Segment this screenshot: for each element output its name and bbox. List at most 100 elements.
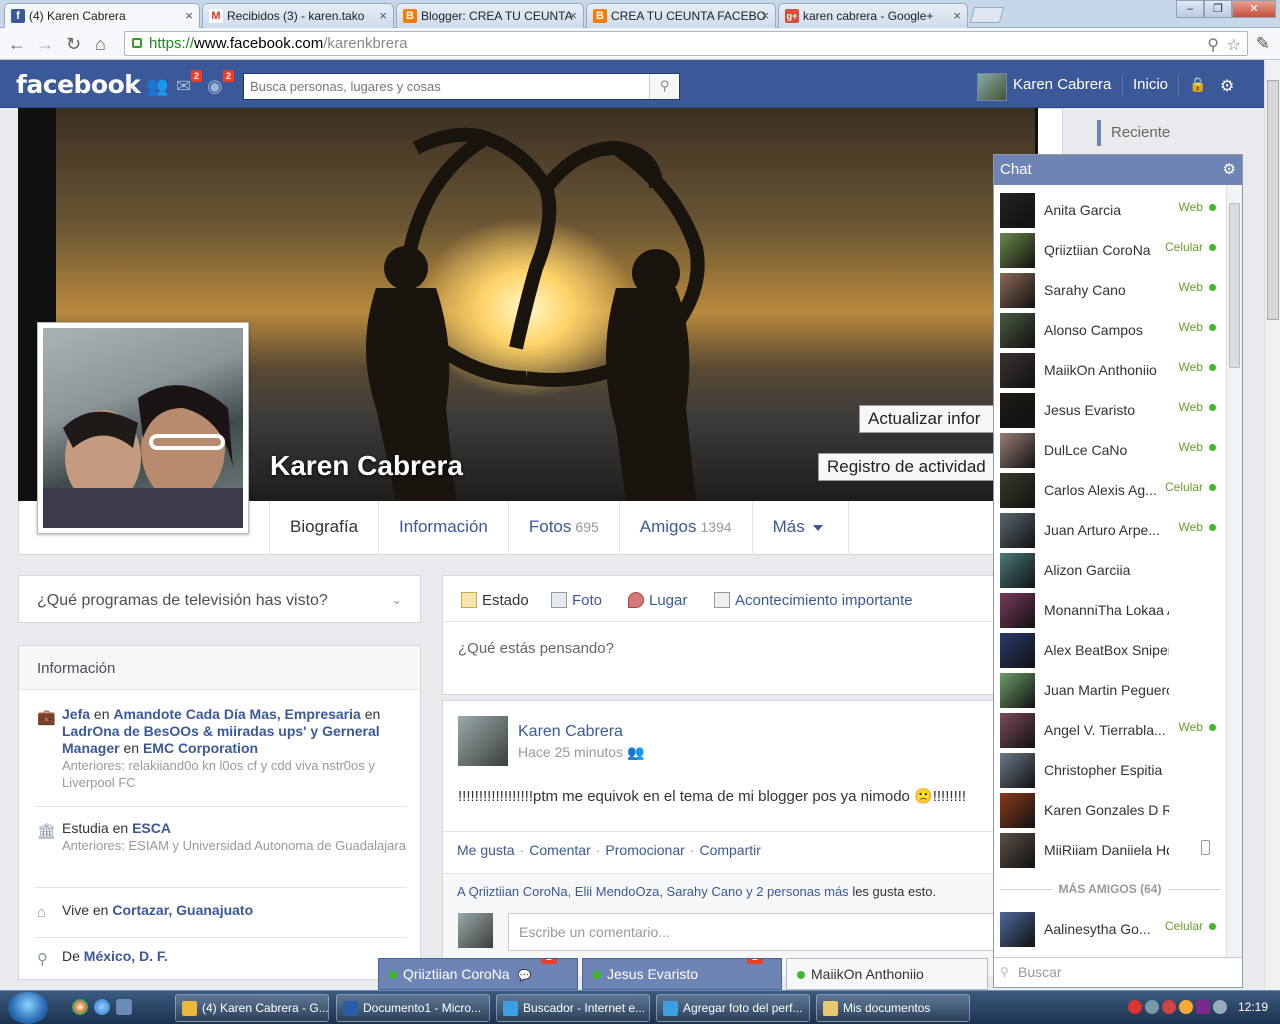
new-tab-button[interactable] <box>969 7 1005 23</box>
work-company-link[interactable]: Amandote Cada Día Mas, Empresaria <box>113 706 360 722</box>
composer-input[interactable]: ¿Qué estás pensando? <box>458 640 614 657</box>
chat-friend[interactable]: MonanniTha Lokaa A <box>994 590 1226 630</box>
taskbar-item[interactable]: Documento1 - Micro... <box>336 994 490 1022</box>
lives-place-link[interactable]: Cortazar, Guanajuato <box>112 902 253 918</box>
chat-friend[interactable]: Juan Martin Peguero <box>994 670 1226 710</box>
study-school-link[interactable]: ESCA <box>132 820 171 836</box>
browser-tab-facebook[interactable]: f (4) Karen Cabrera × <box>4 3 200 28</box>
close-icon[interactable]: × <box>379 8 387 23</box>
chat-friend[interactable]: MaiikOn Anthoniio Web <box>994 350 1226 390</box>
maximize-button[interactable]: ❐ <box>1204 0 1232 18</box>
chat-friend[interactable]: Aalinesytha Go... Celular <box>994 909 1226 949</box>
taskbar-item[interactable]: (4) Karen Cabrera - G... <box>175 994 329 1022</box>
tab-fotos[interactable]: Fotos 695 <box>507 501 619 555</box>
friend-requests-icon[interactable]: 👥 <box>146 76 168 96</box>
tab-amigos[interactable]: Amigos 1394 <box>618 501 752 555</box>
taskbar-item[interactable]: Mis documentos <box>816 994 970 1022</box>
activity-log-button[interactable]: Registro de actividad <box>818 453 994 481</box>
show-desktop-icon[interactable] <box>116 999 132 1015</box>
timeline-recent-link[interactable]: Reciente <box>1097 120 1170 146</box>
post-timestamp[interactable]: Hace 25 minutos 👥 <box>518 744 644 761</box>
close-icon[interactable]: × <box>761 8 769 23</box>
comment-input[interactable]: Escribe un comentario... <box>508 913 1003 951</box>
status-option[interactable]: Estado <box>461 592 529 609</box>
chat-tab[interactable]: MaiikOn Anthoniio <box>786 958 988 990</box>
life-event-option[interactable]: Acontecimiento importante <box>714 592 913 609</box>
chat-scrollbar[interactable] <box>1226 185 1242 957</box>
clock[interactable]: 12:19 <box>1238 1000 1268 1014</box>
close-icon[interactable]: × <box>953 8 961 23</box>
browser-tab-gmail[interactable]: M Recibidos (3) - karen.tako × <box>202 3 394 28</box>
privacy-icon[interactable]: 🔒 <box>1189 76 1206 93</box>
profile-picture[interactable] <box>37 322 249 534</box>
update-info-button[interactable]: Actualizar infor <box>859 405 994 433</box>
chevron-down-icon[interactable]: ⌄ <box>391 592 402 608</box>
onenote-icon[interactable] <box>1196 1000 1210 1014</box>
start-button[interactable] <box>8 992 48 1024</box>
minimize-button[interactable]: – <box>1176 0 1204 18</box>
chrome-icon[interactable] <box>72 999 88 1015</box>
chat-header[interactable]: Chat ⚙ <box>994 155 1242 185</box>
chat-friend[interactable]: MiiRiiam Daniiela Hdz <box>994 830 1226 870</box>
more-likers-link[interactable]: 2 personas más <box>756 884 849 899</box>
scrollbar-thumb[interactable] <box>1229 203 1240 368</box>
chat-friend[interactable]: Alex BeatBox Sniper <box>994 630 1226 670</box>
wrench-icon[interactable]: ✎ <box>1256 34 1270 54</box>
chat-friend[interactable]: Anita Garcia Web <box>994 190 1226 230</box>
internet-explorer-icon[interactable] <box>94 999 110 1015</box>
chat-friend[interactable]: Alizon Garciia <box>994 550 1226 590</box>
reload-icon[interactable]: ↻ <box>66 34 81 55</box>
tab-informacion[interactable]: Información <box>378 501 508 555</box>
comment-link[interactable]: Comentar <box>529 842 590 858</box>
chat-friend[interactable]: DulLce CaNo Web <box>994 430 1226 470</box>
search-icon[interactable]: ⚲ <box>649 74 679 99</box>
update-icon[interactable] <box>1179 1000 1193 1014</box>
photo-option[interactable]: Foto <box>551 592 602 609</box>
tab-biografia[interactable]: Biografía <box>269 501 378 555</box>
gear-icon[interactable]: ⚙ <box>1223 160 1236 178</box>
work-company3-link[interactable]: EMC Corporation <box>143 740 258 756</box>
chat-friend[interactable]: Sarahy Cano Web <box>994 270 1226 310</box>
close-icon[interactable]: × <box>569 8 577 23</box>
chat-friend[interactable]: Karen Gonzales D Riico <box>994 790 1226 830</box>
tv-shows-prompt[interactable]: ¿Qué programas de televisión has visto? … <box>18 575 421 623</box>
chat-tab[interactable]: Qriiztiian CoroNa 💬 1 <box>378 958 578 990</box>
chat-friend[interactable]: Christopher Espitia <box>994 750 1226 790</box>
close-icon[interactable]: × <box>185 8 193 23</box>
share-link[interactable]: Compartir <box>699 842 760 858</box>
profile-link[interactable]: Karen Cabrera <box>1013 76 1111 93</box>
tab-mas[interactable]: Más <box>751 501 849 555</box>
place-option[interactable]: Lugar <box>628 592 687 609</box>
chat-tab[interactable]: Jesus Evaristo 1 <box>582 958 782 990</box>
home-link[interactable]: Inicio <box>1133 76 1168 93</box>
opera-icon[interactable] <box>1128 1000 1142 1014</box>
chat-friend[interactable]: Jesus Evaristo Web <box>994 390 1226 430</box>
avatar[interactable] <box>977 73 1007 101</box>
zoom-icon[interactable]: ⚲ <box>1207 35 1219 55</box>
like-link[interactable]: Me gusta <box>457 842 515 858</box>
close-window-button[interactable]: ✕ <box>1232 0 1276 18</box>
back-icon[interactable]: ← <box>8 34 26 55</box>
star-icon[interactable]: ☆ <box>1227 35 1241 55</box>
chat-search-input[interactable]: ⚲ Buscar <box>994 957 1242 987</box>
scrollbar-thumb[interactable] <box>1267 80 1279 320</box>
browser-tab-google-plus[interactable]: g+ karen cabrera - Google+ × <box>778 3 968 28</box>
post-author-link[interactable]: Karen Cabrera <box>518 723 623 741</box>
promote-link[interactable]: Promocionar <box>605 842 684 858</box>
from-place-link[interactable]: México, D. F. <box>84 948 168 964</box>
chat-friend[interactable]: Alonso Campos Web <box>994 310 1226 350</box>
chat-friend[interactable]: Qriiztiian CoroNa Celular <box>994 230 1226 270</box>
likers-link[interactable]: Qriiztiian CoroNa, Elii MendoOza, Sarahy… <box>469 884 743 899</box>
network-icon[interactable] <box>1145 1000 1159 1014</box>
chat-friend[interactable]: Carlos Alexis Ag... Celular <box>994 470 1226 510</box>
address-bar[interactable]: https://www.facebook.com/karenkbrera ⚲ ☆ <box>124 31 1248 56</box>
chat-friend[interactable]: Juan Arturo Arpe... Web <box>994 510 1226 550</box>
chat-friend[interactable]: Angel V. Tierrabla... Web <box>994 710 1226 750</box>
search-input[interactable]: Busca personas, lugares y cosas ⚲ <box>243 73 680 100</box>
browser-tab-blogger-2[interactable]: B CREA TU CEUNTA FACEBO × <box>586 3 776 28</box>
volume-icon[interactable] <box>1213 1000 1227 1014</box>
work-role-link[interactable]: Jefa <box>62 706 90 722</box>
gear-icon[interactable]: ⚙ <box>1220 76 1234 96</box>
messenger-icon[interactable] <box>1162 1000 1176 1014</box>
facebook-logo[interactable]: facebook <box>16 70 141 99</box>
